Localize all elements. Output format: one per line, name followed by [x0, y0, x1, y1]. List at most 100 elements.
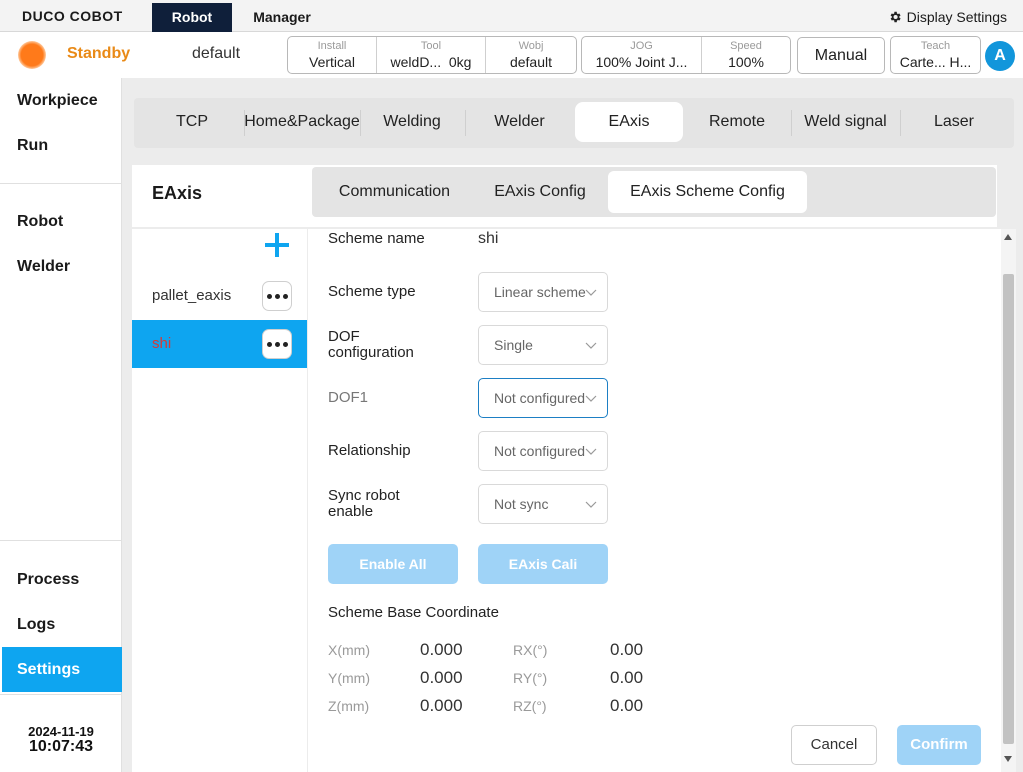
tab-tcp[interactable]: TCP — [140, 102, 244, 142]
chevron-down-icon — [585, 289, 597, 296]
settings-category-tabs: TCP Home&Package Welding Welder EAxis Re… — [134, 98, 1014, 148]
rz-value: 0.00 — [610, 696, 644, 715]
y-value: 0.000 — [420, 668, 463, 687]
tab-home-package[interactable]: Home&Package — [244, 102, 360, 142]
status-bar: Standby default Install Vertical Tool we… — [0, 33, 1023, 78]
tool-label: Tool — [420, 39, 442, 52]
tab-laser[interactable]: Laser — [900, 102, 1008, 142]
scroll-down-icon[interactable] — [1004, 756, 1012, 762]
scheme-type-select[interactable]: Linear scheme — [478, 272, 608, 312]
list-item[interactable]: shi — [132, 320, 307, 368]
jog-label: JOG — [630, 39, 653, 52]
current-date: 2024-11-19 — [28, 724, 94, 739]
tab-welder[interactable]: Welder — [465, 102, 574, 142]
sync-robot-enable-value: Not sync — [494, 496, 549, 512]
jog-value: 100% Joint J... — [595, 53, 688, 70]
sidebar-item-run[interactable]: Run — [17, 137, 48, 155]
user-avatar[interactable]: A — [985, 41, 1015, 71]
sidebar-item-welder[interactable]: Welder — [17, 258, 70, 276]
relationship-value: Not configured — [494, 443, 586, 459]
install-cell: Install Vertical — [288, 37, 377, 73]
main-content: TCP Home&Package Welding Welder EAxis Re… — [122, 78, 1023, 772]
gear-icon — [890, 11, 901, 23]
z-label: Z(mm) — [328, 698, 370, 714]
dof1-value: Not configured — [494, 390, 586, 406]
dof-config-label: DOF configuration — [328, 328, 414, 361]
x-label: X(mm) — [328, 642, 370, 658]
relationship-select[interactable]: Not configured — [478, 431, 608, 471]
sidebar-item-process[interactable]: Process — [17, 571, 79, 589]
tab-communication[interactable]: Communication — [318, 171, 471, 213]
scheme-name: pallet_eaxis — [152, 287, 232, 304]
tab-manager[interactable]: Manager — [232, 3, 332, 32]
tool-weight: 0kg — [448, 53, 472, 70]
dot-icon — [282, 293, 288, 299]
sidebar-item-logs[interactable]: Logs — [17, 616, 55, 634]
tab-weld-signal[interactable]: Weld signal — [791, 102, 900, 142]
scheme-config-form: Scheme name shi Scheme type Linear schem… — [308, 229, 1001, 772]
dot-icon — [266, 293, 272, 299]
confirm-button[interactable]: Confirm — [897, 725, 981, 765]
jog-cell: JOG 100% Joint J... — [582, 37, 702, 73]
dot-icon — [266, 341, 272, 347]
scheme-base-coordinate-title: Scheme Base Coordinate — [328, 604, 499, 621]
tab-eaxis-config[interactable]: EAxis Config — [471, 171, 609, 213]
sidebar-divider — [0, 183, 122, 184]
duco-logo: DUCO COBOT — [22, 8, 123, 24]
robot-state: Standby — [67, 45, 131, 62]
sidebar-item-settings[interactable]: Settings — [17, 661, 80, 679]
x-value: 0.000 — [420, 640, 463, 659]
tab-welding[interactable]: Welding — [360, 102, 464, 142]
list-item[interactable]: pallet_eaxis — [132, 272, 307, 320]
tool-cell: Tool weldD... 0kg — [377, 37, 486, 73]
sidebar-item-workpiece[interactable]: Workpiece — [17, 92, 98, 110]
dof1-select[interactable]: Not configured — [478, 378, 608, 418]
wobj-value: default — [509, 53, 553, 70]
eaxis-cali-button[interactable]: EAxis Cali — [478, 544, 608, 584]
dot-icon — [282, 341, 288, 347]
plus-icon[interactable] — [264, 232, 290, 258]
cancel-button[interactable]: Cancel — [791, 725, 877, 765]
teach-label: Teach — [920, 39, 951, 52]
chevron-down-icon — [585, 448, 597, 455]
manual-mode-button[interactable]: Manual — [797, 37, 885, 74]
sidebar-divider — [0, 694, 122, 695]
dof-config-select[interactable]: Single — [478, 325, 608, 365]
speed-label: Speed — [730, 39, 762, 52]
tab-eaxis-scheme-config[interactable]: EAxis Scheme Config — [608, 171, 807, 213]
scroll-thumb[interactable] — [1003, 274, 1014, 744]
sync-robot-enable-select[interactable]: Not sync — [478, 484, 608, 524]
more-options-button[interactable] — [262, 329, 292, 359]
display-settings-label: Display Settings — [906, 9, 1007, 25]
status-indicator-icon — [18, 41, 46, 69]
chevron-down-icon — [585, 395, 597, 402]
dof1-label: DOF1 — [328, 389, 369, 406]
tab-robot[interactable]: Robot — [152, 3, 232, 32]
form-scrollbar[interactable] — [1001, 229, 1016, 772]
dof-config-value: Single — [494, 337, 533, 353]
eaxis-sub-tabs: Communication EAxis Config EAxis Scheme … — [312, 167, 996, 217]
current-time: 10:07:43 — [28, 738, 94, 755]
teach-panel[interactable]: Teach Carte... H... — [890, 36, 981, 74]
display-settings-button[interactable]: Display Settings — [888, 9, 1007, 25]
scheme-name-label: Scheme name — [328, 230, 425, 247]
enable-all-button[interactable]: Enable All — [328, 544, 458, 584]
scroll-up-icon[interactable] — [1004, 234, 1012, 240]
scheme-type-label: Scheme type — [328, 283, 416, 300]
tab-eaxis[interactable]: EAxis — [575, 102, 683, 142]
chevron-down-icon — [585, 342, 597, 349]
install-tool-wobj-panel[interactable]: Install Vertical Tool weldD... 0kg Wobj … — [287, 36, 577, 74]
more-options-button[interactable] — [262, 281, 292, 311]
sidebar-divider — [0, 540, 122, 541]
jog-speed-panel[interactable]: JOG 100% Joint J... Speed 100% — [581, 36, 791, 74]
rx-label: RX(°) — [513, 642, 548, 658]
sidebar-item-robot[interactable]: Robot — [17, 213, 63, 231]
speed-value: 100% — [728, 53, 764, 70]
scheme-name-value: shi — [478, 230, 499, 247]
wobj-label: Wobj — [518, 39, 544, 52]
ry-label: RY(°) — [513, 670, 548, 686]
eaxis-panel-header: EAxis Communication EAxis Config EAxis S… — [132, 165, 997, 227]
scheme-type-value: Linear scheme — [494, 284, 586, 300]
tab-remote[interactable]: Remote — [683, 102, 791, 142]
chevron-down-icon — [585, 501, 597, 508]
